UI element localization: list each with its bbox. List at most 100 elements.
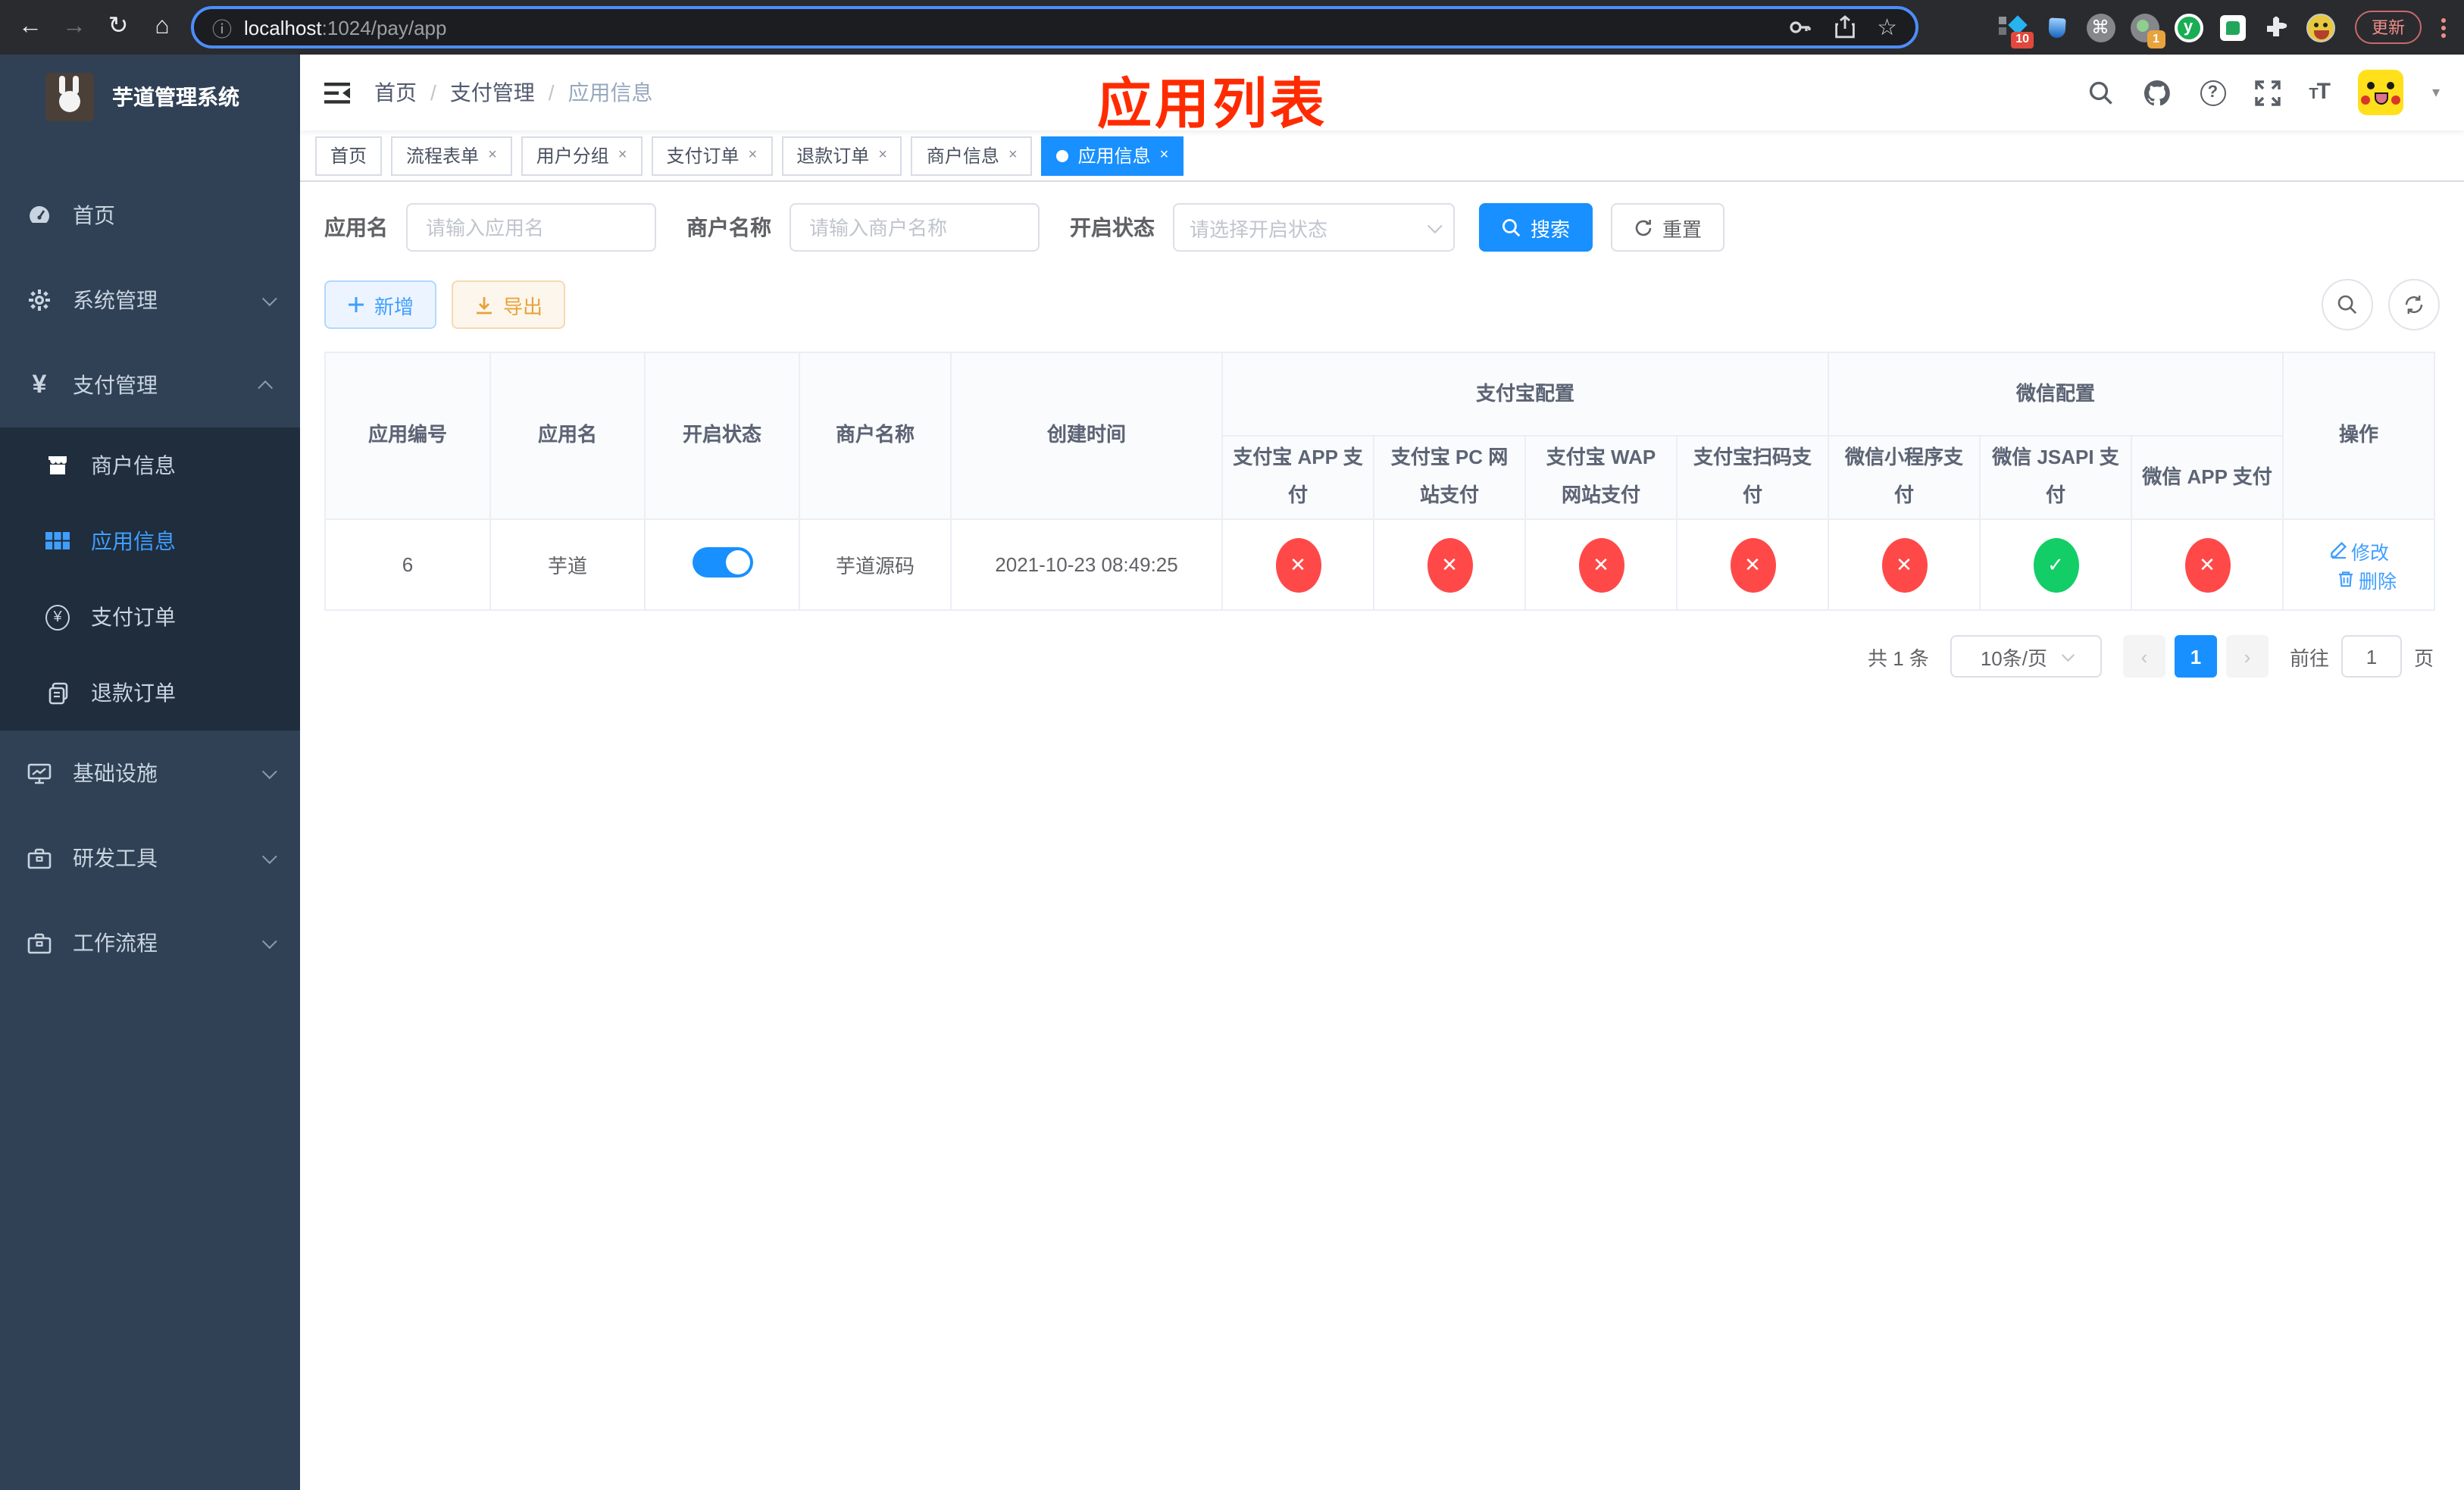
show-search-toggle-button[interactable]: [2322, 279, 2373, 330]
close-icon[interactable]: ×: [488, 147, 497, 164]
col-group-alipay: 支付宝配置: [1221, 352, 1830, 437]
edit-link[interactable]: 修改: [2328, 536, 2389, 565]
address-bar[interactable]: ⓘ localhost:1024/pay/app ☆: [191, 6, 1918, 49]
sidebar-logo-row[interactable]: 芋道管理系统: [0, 55, 300, 139]
tab-process-form[interactable]: 流程表单 ×: [391, 136, 512, 175]
sidebar-item-merchant-info[interactable]: 商户信息: [0, 427, 300, 503]
collapse-sidebar-icon[interactable]: [324, 81, 350, 104]
prev-page-button[interactable]: ‹: [2122, 635, 2165, 678]
close-icon[interactable]: ×: [1160, 147, 1169, 164]
goto-page-input[interactable]: [2340, 635, 2402, 678]
merchant-name-input[interactable]: [790, 203, 1040, 252]
chrome-update-button[interactable]: 更新: [2355, 11, 2422, 44]
tab-home[interactable]: 首页: [315, 136, 383, 175]
grid-icon: [45, 531, 70, 552]
sidebar-item-home[interactable]: 首页: [0, 173, 300, 258]
password-key-icon[interactable]: [1787, 15, 1812, 39]
extensions-puzzle-icon[interactable]: [2261, 12, 2291, 42]
browser-menu-icon[interactable]: [2441, 17, 2446, 37]
search-button[interactable]: 搜索: [1479, 203, 1593, 252]
tab-app-info[interactable]: 应用信息 ×: [1041, 136, 1184, 175]
tab-refund-order[interactable]: 退款订单 ×: [781, 136, 902, 175]
avatar-caret-icon[interactable]: ▾: [2432, 84, 2440, 101]
reset-button[interactable]: 重置: [1611, 203, 1725, 252]
font-size-icon[interactable]: TT: [2309, 79, 2331, 106]
sidebar-item-label: 基础设施: [73, 761, 158, 785]
share-icon[interactable]: [1833, 15, 1856, 39]
pagination: 共 1 条 10条/页 ‹ 1 › 前往 页: [324, 635, 2434, 678]
close-icon[interactable]: ×: [618, 147, 627, 164]
chevron-up-icon: [258, 379, 274, 395]
bookmark-star-icon[interactable]: ☆: [1877, 14, 1897, 41]
breadcrumb: 首页 / 支付管理 / 应用信息: [374, 77, 653, 108]
sidebar-item-label: 商户信息: [91, 453, 176, 477]
breadcrumb-home[interactable]: 首页: [374, 77, 417, 108]
current-page-button[interactable]: 1: [2174, 635, 2217, 678]
chevron-down-icon: [2061, 649, 2075, 662]
status-select[interactable]: 请选择开启状态: [1173, 203, 1455, 252]
back-icon[interactable]: ←: [15, 14, 45, 39]
filter-form: 应用名 商户名称 开启状态 请选择开启状态 搜索 重置: [324, 203, 2440, 252]
col-app-name: 应用名: [489, 352, 646, 520]
sidebar-item-refund-order[interactable]: 退款订单: [0, 655, 300, 731]
cell-app-id: 6: [324, 518, 491, 611]
tab-merchant-info[interactable]: 商户信息 ×: [911, 136, 1033, 175]
refresh-table-button[interactable]: [2388, 279, 2440, 330]
close-icon[interactable]: ×: [1008, 147, 1018, 164]
chevron-down-icon: [261, 933, 277, 949]
header-search-icon[interactable]: [2087, 80, 2113, 105]
sidebar-item-app-info[interactable]: 应用信息: [0, 503, 300, 579]
close-icon[interactable]: ×: [878, 147, 887, 164]
tab-pay-order[interactable]: 支付订单 ×: [651, 136, 773, 175]
breadcrumb-payment[interactable]: 支付管理: [450, 77, 535, 108]
cell-status: [644, 518, 800, 611]
sidebar-item-workflow[interactable]: 工作流程: [0, 900, 300, 985]
site-info-icon[interactable]: ⓘ: [212, 13, 232, 42]
tab-user-group[interactable]: 用户分组 ×: [521, 136, 643, 175]
sidebar-item-system[interactable]: 系统管理: [0, 258, 300, 343]
extension-axure-icon[interactable]: 10: [1997, 12, 2034, 49]
sidebar-item-dev-tools[interactable]: 研发工具: [0, 815, 300, 900]
sidebar-item-label: 应用信息: [91, 529, 176, 553]
sidebar-item-label: 系统管理: [73, 288, 158, 312]
chevron-down-icon: [261, 763, 277, 779]
home-icon[interactable]: ⌂: [147, 14, 177, 39]
sidebar-item-payment[interactable]: ¥ 支付管理: [0, 343, 300, 427]
reload-icon[interactable]: ↻: [103, 14, 133, 39]
sidebar-item-infrastructure[interactable]: 基础设施: [0, 731, 300, 815]
col-alipay-qr: 支付宝扫码支付: [1675, 435, 1830, 520]
col-wx-jsapi: 微信 JSAPI 支付: [1979, 435, 2133, 520]
delete-link[interactable]: 删除: [2336, 565, 2397, 593]
extension-octotree-icon[interactable]: 1: [2129, 12, 2165, 49]
sidebar-item-label: 支付管理: [73, 373, 158, 397]
profile-avatar-icon[interactable]: [2305, 12, 2335, 42]
extension-chat-icon[interactable]: [2217, 12, 2247, 42]
extension-command-icon[interactable]: ⌘: [2085, 12, 2115, 42]
page-size-select[interactable]: 10条/页: [1950, 635, 2102, 678]
add-button[interactable]: 新增: [324, 280, 437, 329]
extension-y-icon[interactable]: y: [2173, 12, 2203, 42]
cell-alipay-pc: ✕: [1373, 518, 1526, 611]
app-name-input[interactable]: [406, 203, 656, 252]
cell-operation: 修改 删除: [2282, 518, 2436, 611]
forward-icon[interactable]: →: [59, 14, 89, 39]
yen-circle-icon: ¥: [45, 604, 70, 630]
sidebar-item-pay-order[interactable]: ¥ 支付订单: [0, 579, 300, 655]
sidebar-item-label: 支付订单: [91, 605, 176, 629]
extension-kite-icon[interactable]: [2041, 12, 2072, 42]
user-avatar[interactable]: [2357, 70, 2403, 115]
close-icon[interactable]: ×: [749, 147, 758, 164]
sidebar-item-label: 研发工具: [73, 846, 158, 870]
github-icon[interactable]: [2142, 78, 2171, 107]
store-icon: [45, 453, 70, 477]
yen-icon: ¥: [32, 370, 47, 399]
monitor-icon: [27, 762, 52, 784]
fullscreen-icon[interactable]: [2254, 80, 2281, 105]
cell-merchant: 芋道源码: [799, 518, 952, 611]
next-page-button[interactable]: ›: [2225, 635, 2269, 678]
page-content: 应用名 商户名称 开启状态 请选择开启状态 搜索 重置: [300, 182, 2464, 1490]
help-icon[interactable]: ?: [2200, 80, 2226, 105]
export-button[interactable]: 导出: [452, 280, 566, 329]
url-text[interactable]: localhost:1024/pay/app: [244, 16, 446, 39]
status-toggle[interactable]: [692, 547, 752, 578]
